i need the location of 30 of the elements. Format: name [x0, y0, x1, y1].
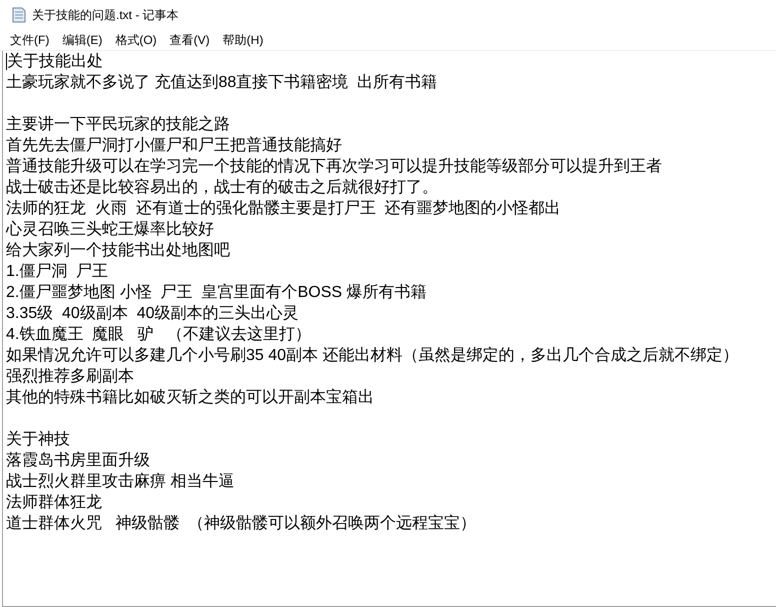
- text-line: 战士破击还是比较容易出的，战士有的破击之后就很好打了。: [6, 178, 438, 198]
- text-line: 主要讲一下平民玩家的技能之路: [6, 114, 230, 135]
- text-line: 给大家列一个技能书出处地图吧: [6, 240, 230, 261]
- text-line: 1.僵尸洞 尸王: [6, 262, 108, 282]
- text-line: 强烈推荐多刷副本: [6, 366, 134, 387]
- text-line: 道士群体火咒 神级骷髅 （神级骷髅可以额外召唤两个远程宝宝）: [6, 514, 476, 534]
- text-line: 法师的狂龙 火雨 还有道士的强化骷髅主要是打尸王 还有噩梦地图的小怪都出: [6, 198, 561, 219]
- window-title: 关于技能的问题.txt - 记事本: [32, 6, 179, 24]
- text-line: 土豪玩家就不多说了 充值达到88直接下书籍密境 出所有书籍: [6, 72, 438, 93]
- text-line: 法师群体狂龙: [6, 492, 102, 513]
- menu-item[interactable]: 查看(V): [164, 32, 215, 48]
- text-line: 其他的特殊书籍比如破灭斩之类的可以开副本宝箱出: [6, 388, 374, 408]
- text-cursor: [6, 53, 7, 70]
- text-editor[interactable]: [2, 51, 776, 607]
- text-line: 落霞岛书房里面升级: [6, 450, 150, 471]
- text-line: 如果情况允许可以多建几个小号刷35 40副本 还能出材料（虽然是绑定的，多出几个合成之后就不绑定）: [6, 346, 738, 366]
- text-line: 关于技能出处: [7, 52, 103, 72]
- text-line: 首先先去僵尸洞打小僵尸和尸王把普通技能搞好: [6, 135, 342, 156]
- menu-item[interactable]: 格式(O): [110, 32, 162, 48]
- menu-item[interactable]: 文件(F): [5, 32, 54, 48]
- text-line: 4.铁血魔王 魔眼 驴 （不建议去这里打）: [6, 324, 311, 345]
- text-line: 3.35级 40级副本 40级副本的三头出心灵: [6, 304, 299, 324]
- text-line: 心灵召唤三头蛇王爆率比较好: [6, 220, 214, 240]
- text-file-icon: [12, 7, 26, 23]
- text-line: 战士烈火群里攻击麻痹 相当牛逼: [6, 472, 234, 492]
- text-line: 关于神技: [6, 430, 70, 450]
- menu-item[interactable]: 编辑(E): [57, 32, 108, 48]
- menu-item[interactable]: 帮助(H): [218, 32, 268, 48]
- text-line: 普通技能升级可以在学习完一个技能的情况下再次学习可以提升技能等级部分可以提升到王者: [6, 156, 662, 177]
- text-line: 2.僵尸噩梦地图 小怪 尸王 皇宫里面有个BOSS 爆所有书籍: [6, 282, 426, 303]
